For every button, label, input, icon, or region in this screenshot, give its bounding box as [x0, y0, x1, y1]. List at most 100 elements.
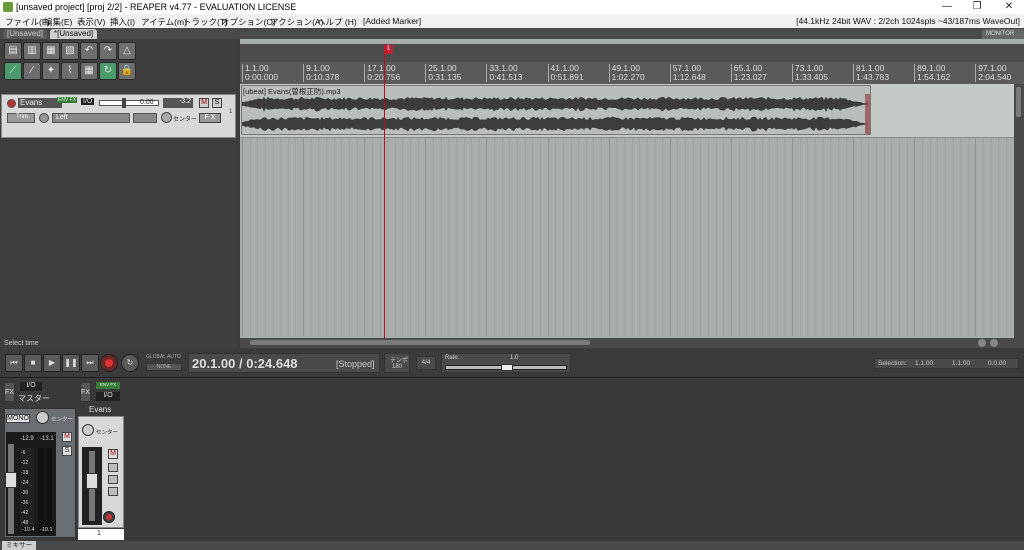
menu-insert[interactable]: 挿入(I)	[110, 16, 135, 28]
minimize-button[interactable]: —	[932, 0, 962, 14]
master-io-button[interactable]: I/O	[20, 382, 42, 391]
time-signature[interactable]: 4/4	[416, 356, 436, 370]
menu-actions[interactable]: アクション(A)	[270, 16, 323, 28]
strip-mute-button[interactable]: M	[108, 449, 118, 459]
menu-help[interactable]: ヘルプ (H)	[317, 16, 357, 28]
mixer-tab[interactable]: ミキサー	[2, 541, 36, 550]
strip-fader-track[interactable]	[86, 451, 98, 521]
grid-line	[860, 138, 862, 336]
new-project-icon[interactable]: ▤	[4, 42, 22, 60]
grid-line	[257, 138, 259, 336]
project-tab-2[interactable]: *[Unsaved]	[50, 29, 98, 39]
track-header[interactable]: Evans ENV FX I/O 0.00 -3.2 M S 1 Trim Le…	[1, 94, 236, 138]
repeat-toggle-icon[interactable]: ↻	[121, 354, 139, 372]
menu-edit[interactable]: 編集(E)	[44, 16, 72, 28]
master-solo-button[interactable]: S	[62, 446, 72, 456]
auto-crossfade-icon[interactable]: ⟋	[4, 62, 22, 80]
fx-button[interactable]: F X	[199, 113, 221, 123]
record-arm-button[interactable]	[7, 99, 16, 108]
grid-line	[547, 138, 549, 336]
menu-options[interactable]: オプション(O)	[221, 16, 276, 28]
grid-line	[921, 138, 923, 336]
lock-icon[interactable]: 🔒	[118, 62, 136, 80]
master-fader-track[interactable]	[5, 444, 17, 534]
project-tab-1[interactable]: [Unsaved]	[3, 29, 48, 39]
selection-end: 1.1.00	[952, 360, 971, 367]
monitor-fx-button[interactable]: MONITOR FX	[982, 29, 1024, 47]
grid-line	[585, 138, 587, 336]
grouping-icon[interactable]: ✦	[42, 62, 60, 80]
strip-play-icon[interactable]	[108, 475, 118, 484]
grid-line	[784, 138, 786, 336]
master-mute-button[interactable]: M	[62, 432, 72, 442]
menu-bar: ファイル(F) 編集(E) 表示(V) 挿入(I) アイテム(m) トラック(T…	[0, 14, 1024, 28]
strip-env-icon[interactable]	[108, 487, 118, 496]
snap-grid-icon[interactable]: ▦	[80, 62, 98, 80]
playhead-cursor[interactable]	[384, 44, 385, 340]
strip-fx-button[interactable]: FX	[80, 382, 91, 402]
mute-button[interactable]: M	[199, 98, 209, 108]
menu-item[interactable]: アイテム(m)	[141, 16, 187, 28]
ripple-edit-icon[interactable]: ⁄	[23, 62, 41, 80]
solo-button[interactable]: S	[212, 98, 222, 108]
pan-value[interactable]: -3.2	[163, 98, 193, 108]
strip-record-arm[interactable]	[103, 511, 115, 523]
play-button[interactable]: ▶	[43, 354, 61, 372]
envelope-points-icon[interactable]: ⌇	[61, 62, 79, 80]
monitor-button[interactable]	[133, 113, 157, 123]
selection-box[interactable]: Selection: 1.1.00 1.1.00 0.0.00	[874, 358, 1019, 369]
ruler-label: 33.1.00 0:41.513	[486, 64, 522, 82]
project-settings-icon[interactable]: ▧	[61, 42, 79, 60]
fade-out-handle[interactable]	[865, 94, 870, 134]
strip-solo-icon[interactable]	[108, 463, 118, 472]
master-pan-knob[interactable]	[36, 411, 49, 424]
vertical-scroll-thumb[interactable]	[1016, 87, 1021, 117]
horizontal-scrollbar[interactable]	[240, 338, 1024, 348]
grid-line	[539, 138, 541, 336]
trim-button[interactable]: Trim	[7, 113, 35, 123]
strip-fader-handle[interactable]	[86, 473, 98, 489]
pan-knob[interactable]	[161, 112, 172, 123]
menu-view[interactable]: 表示(V)	[77, 16, 105, 28]
stop-button[interactable]: ■	[24, 354, 42, 372]
strip-pan-knob[interactable]	[82, 424, 94, 436]
playrate-control[interactable]: Rate: 1.0	[441, 353, 571, 373]
master-fader-handle[interactable]	[5, 472, 17, 488]
env-fx-badge[interactable]: ENV FX	[57, 97, 78, 103]
grid-line	[318, 138, 320, 336]
rate-slider[interactable]	[445, 364, 567, 371]
global-auto-button[interactable]: NONE	[146, 363, 182, 371]
loop-icon[interactable]: ↻	[99, 62, 117, 80]
project-marker[interactable]: 1	[384, 45, 393, 54]
zoom-out-icon[interactable]	[978, 339, 986, 347]
strip-env-fx[interactable]: ENV FX	[96, 382, 120, 389]
vertical-scrollbar[interactable]	[1014, 84, 1024, 338]
time-display[interactable]: 20.1.00 / 0:24.648 [Stopped]	[188, 353, 380, 373]
input-select[interactable]: Left	[52, 113, 130, 123]
go-to-start-button[interactable]: ⏮	[5, 354, 23, 372]
redo-icon[interactable]: ↷	[99, 42, 117, 60]
master-fx-button[interactable]: FX	[4, 382, 15, 402]
horizontal-scroll-thumb[interactable]	[250, 340, 590, 345]
io-button[interactable]: I/O	[81, 98, 95, 105]
undo-icon[interactable]: ↶	[80, 42, 98, 60]
track-name[interactable]: Evans	[18, 98, 62, 108]
phase-icon[interactable]	[39, 113, 49, 123]
track-control-panel	[0, 39, 238, 349]
save-project-icon[interactable]: ▦	[42, 42, 60, 60]
maximize-button[interactable]: ❐	[962, 0, 992, 14]
grid-line	[509, 138, 511, 336]
record-button[interactable]	[100, 354, 118, 372]
go-to-end-button[interactable]: ⏭	[81, 354, 99, 372]
grid-line	[593, 138, 595, 336]
ruler-label: 49.1.00 1:02.270	[608, 64, 645, 82]
mono-button[interactable]: MONO	[6, 414, 30, 423]
tempo-box[interactable]: テンポ 180	[384, 353, 410, 373]
strip-io-button[interactable]: I/O	[96, 392, 120, 401]
open-project-icon[interactable]: ▥	[23, 42, 41, 60]
rate-value: 1.0	[510, 355, 519, 361]
pause-button[interactable]: ❚❚	[62, 354, 80, 372]
metronome-icon[interactable]: △	[118, 42, 136, 60]
zoom-in-icon[interactable]	[990, 339, 998, 347]
close-button[interactable]: ✕	[994, 0, 1024, 14]
